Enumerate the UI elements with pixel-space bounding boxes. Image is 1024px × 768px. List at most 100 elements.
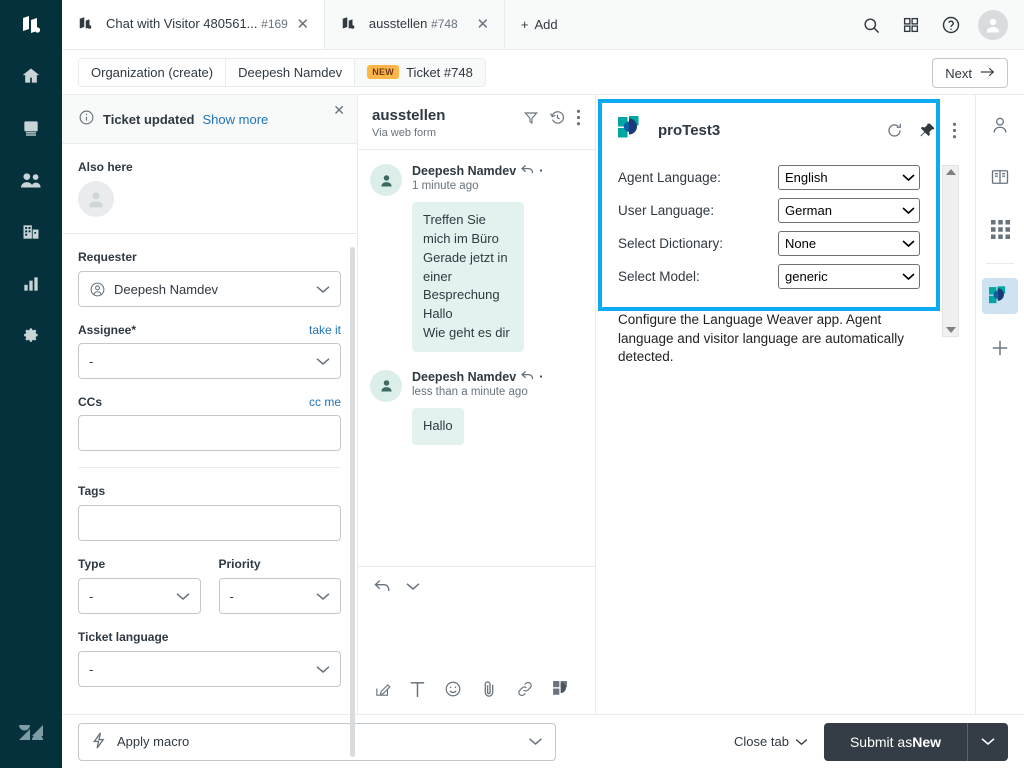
tab-ausstellen-748[interactable]: ausstellen #748 ✕ [324,0,505,49]
sidebar-item-reporting[interactable] [0,258,62,310]
select-model-select[interactable]: generic [778,264,920,289]
tab-subtitle: #169 [261,16,288,31]
message-author: Deepesh Namdev [412,164,517,178]
refresh-icon[interactable] [886,122,903,139]
ticket-footer: Apply macro Close tab Submit as New [62,714,1024,768]
rail-item-apps-grid[interactable] [982,211,1018,247]
submit-button[interactable]: Submit as New [823,722,968,761]
reply-arrow-icon[interactable] [521,370,534,384]
chevron-down-icon[interactable] [406,582,420,591]
compose-edit-icon[interactable] [374,681,391,698]
close-icon[interactable]: ✕ [333,103,345,117]
ticket-language-label: Ticket language [78,630,169,644]
history-clock-icon[interactable] [549,109,566,126]
ticket-properties-panel: Ticket updated Show more ✕ Also here Req… [62,95,358,757]
close-icon[interactable]: ✕ [472,13,494,35]
take-it-link[interactable]: take it [309,323,341,337]
arrow-right-icon [980,66,995,81]
rail-item-user-profile[interactable] [982,107,1018,143]
pin-icon[interactable] [919,122,936,139]
text-format-icon[interactable] [410,681,425,698]
tags-label: Tags [78,484,106,498]
ccs-input[interactable] [78,415,341,451]
tab-chat-169[interactable]: Chat with Visitor 480561... #169 ✕ [62,0,325,49]
sidebar-item-customers[interactable] [0,154,62,206]
attachment-clip-icon[interactable] [481,680,497,698]
user-language-select[interactable]: German [778,198,920,223]
status-badge: NEW [367,65,400,79]
conversation-channel: Via web form [372,127,436,139]
chevron-down-icon [902,203,915,218]
cc-me-link[interactable]: cc me [309,395,341,409]
ticket-language-value: - [89,661,94,677]
apps-icon-rail [975,95,1024,714]
tab-title: Chat with Visitor 480561... [106,15,258,31]
breadcrumb-item-organization[interactable]: Organization (create) [79,58,227,86]
type-value: - [89,588,94,604]
tab-subtitle: #748 [431,16,458,31]
language-weaver-icon[interactable] [553,681,571,697]
message-author-row: Deepesh Namdev · [412,370,583,384]
composer [358,566,595,714]
sidebar-scrollbar[interactable] [350,247,355,757]
apps-grid-icon[interactable] [898,12,924,38]
sidebar-item-organizations[interactable] [0,206,62,258]
select-dictionary-value: None [785,236,817,251]
app-name: proTest3 [658,121,721,139]
assignee-select[interactable]: - [78,343,341,379]
scroll-up-arrow-icon[interactable] [945,169,956,175]
ticket-language-select[interactable]: - [78,651,341,687]
search-icon[interactable] [858,12,884,38]
type-select[interactable]: - [78,578,201,614]
rail-item-add-app[interactable] [982,330,1018,366]
agent-language-select[interactable]: English [778,165,920,190]
message-time: less than a minute ago [412,385,528,398]
reply-arrow-icon[interactable] [374,579,392,593]
product-tray-icon[interactable] [0,0,62,50]
select-dictionary-select[interactable]: None [778,231,920,256]
sidebar-item-home[interactable] [0,50,62,102]
chevron-down-icon [316,665,330,674]
close-tab-button[interactable]: Close tab [734,734,808,749]
help-question-icon[interactable] [938,12,964,38]
add-tab-button[interactable]: + Add [505,0,574,49]
sidebar-item-admin[interactable] [0,310,62,362]
breadcrumb-item-user[interactable]: Deepesh Namdev [226,58,356,86]
apply-macro-label: Apply macro [117,734,190,749]
avatar[interactable] [78,181,114,217]
rail-item-knowledge[interactable] [982,159,1018,195]
message-options-dot[interactable]: · [539,164,543,178]
emoji-icon[interactable] [444,680,462,698]
filter-icon[interactable] [523,110,539,126]
message-options-dot[interactable]: · [539,370,543,384]
more-vertical-icon[interactable] [952,122,957,139]
chevron-down-icon [176,592,190,601]
app-scrollbar[interactable] [942,165,959,337]
assignee-value: - [89,353,94,369]
requester-select[interactable]: Deepesh Namdev [78,271,341,307]
rail-item-language-weaver[interactable] [982,278,1018,314]
agent-language-label: Agent Language: [618,170,721,185]
more-vertical-icon[interactable] [576,109,581,126]
sidebar-item-views[interactable] [0,102,62,154]
priority-select[interactable]: - [218,578,341,614]
submit-button-group: Submit as New [823,722,1008,761]
link-icon[interactable] [516,680,534,698]
next-button[interactable]: Next [932,58,1008,88]
message-body: Deepesh Namdev · less than a minute ago … [412,370,583,445]
submit-options-button[interactable] [968,722,1008,761]
conversation-panel: ausstellen Via web form Deepesh Namdev ·… [358,95,596,714]
close-icon[interactable]: ✕ [292,13,314,35]
show-more-link[interactable]: Show more [203,112,269,127]
tags-input[interactable] [78,505,341,541]
scroll-down-arrow-icon[interactable] [945,327,956,333]
tab-title: ausstellen [368,15,428,31]
reply-arrow-icon[interactable] [521,164,534,178]
ticket-fields: Requester Deepesh Namdev Assignee* take … [62,234,357,714]
avatar[interactable] [978,10,1008,40]
apply-macro-select[interactable]: Apply macro [78,722,556,761]
tab-bar: Chat with Visitor 480561... #169 ✕ ausst… [62,0,1024,50]
chevron-down-icon [902,269,915,284]
breadcrumb-item-ticket[interactable]: NEW Ticket #748 [355,58,485,86]
topbar-actions [858,0,1016,50]
